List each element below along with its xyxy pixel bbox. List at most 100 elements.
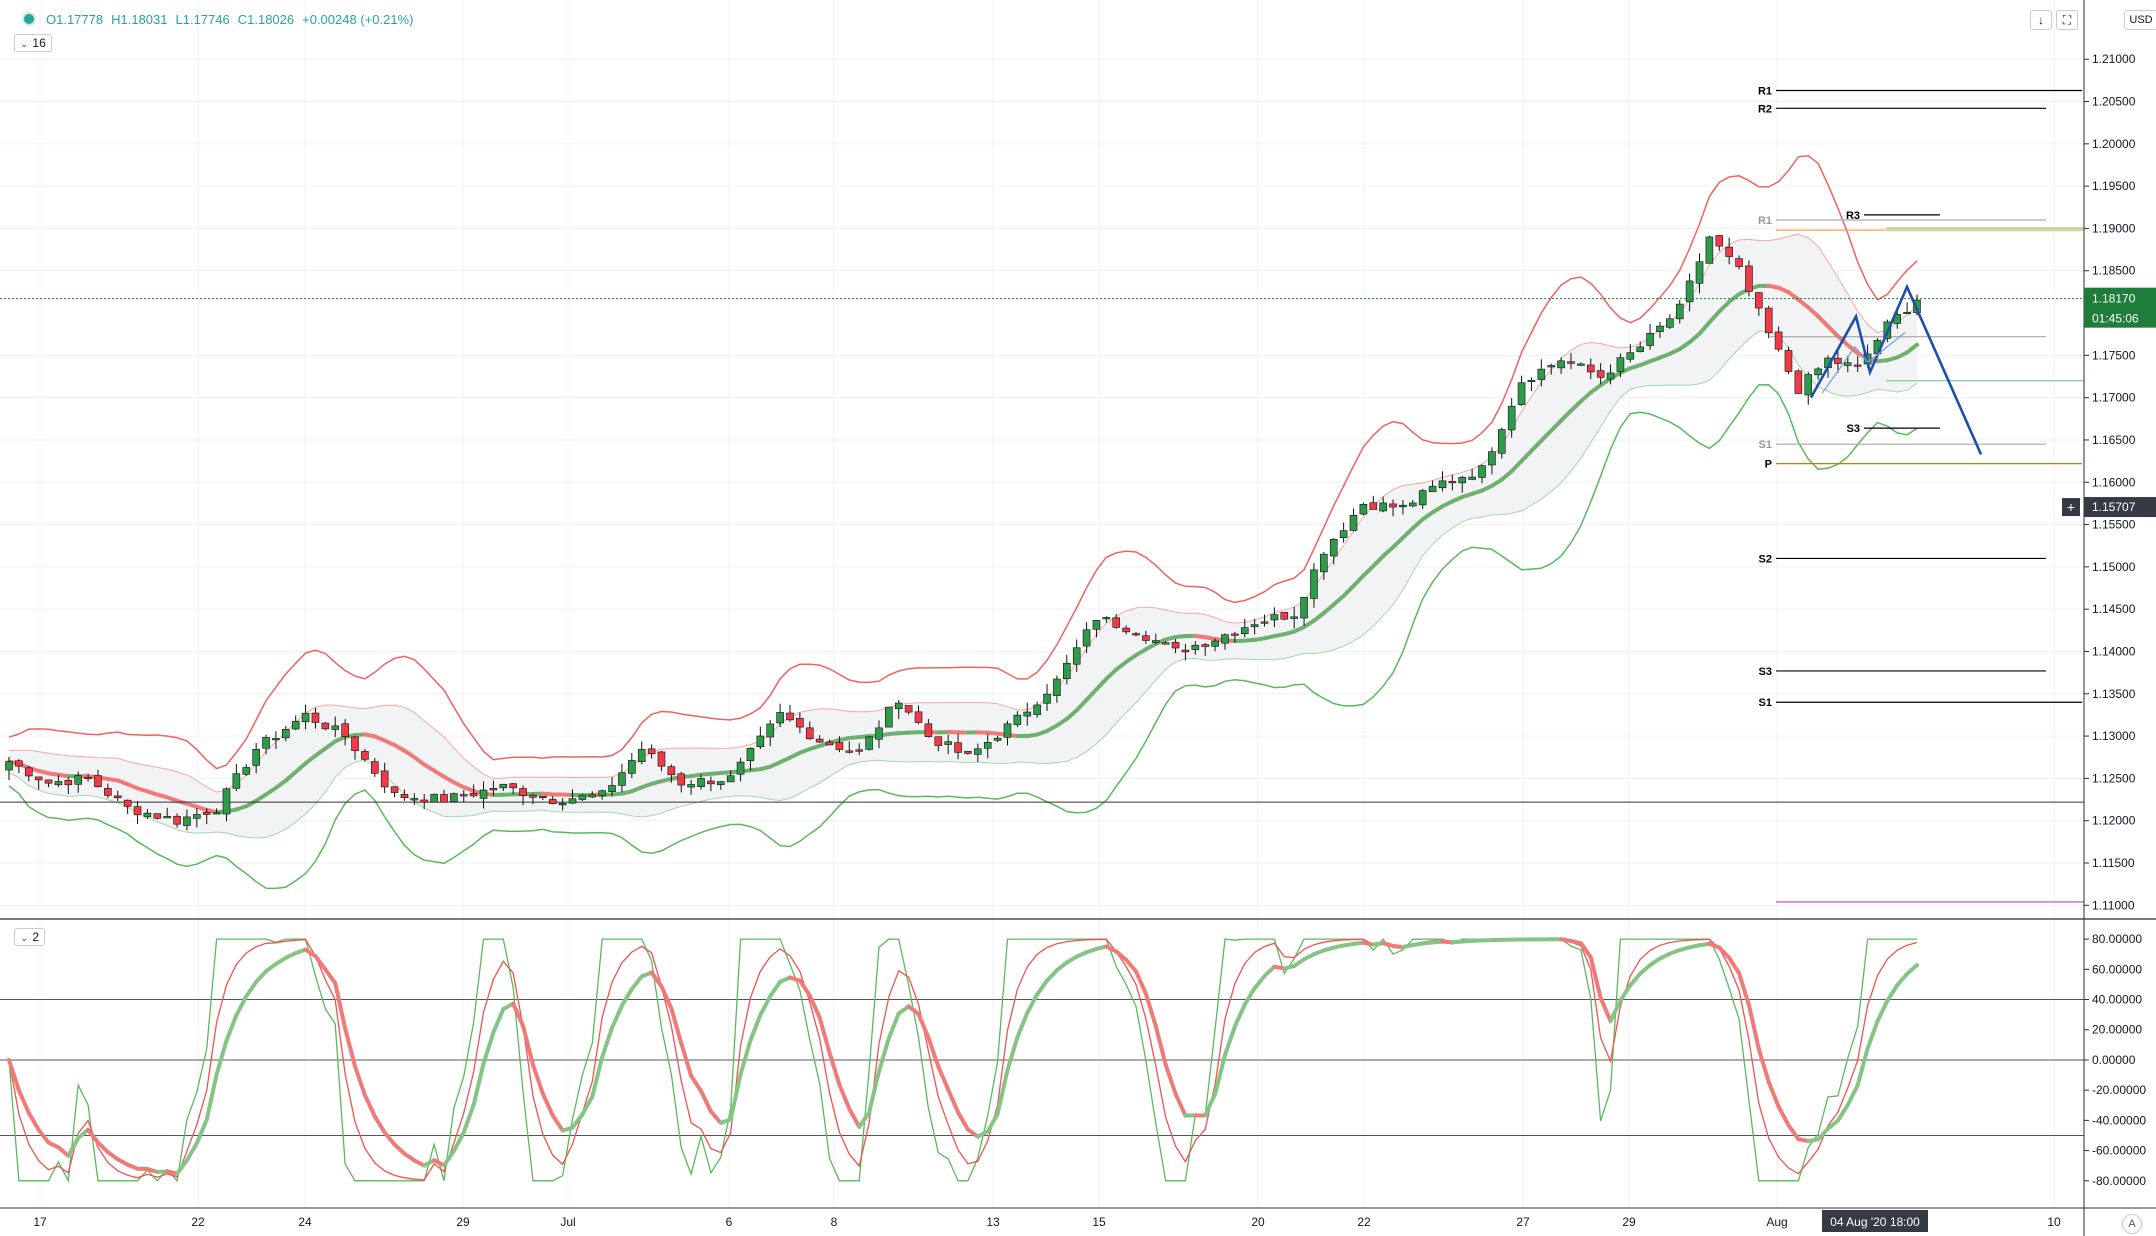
oscillator-main-segment bbox=[699, 1089, 713, 1114]
candle-body bbox=[578, 794, 587, 800]
price-tick-label: 1.14000 bbox=[2092, 644, 2136, 658]
arrow-down-icon[interactable]: ↓ bbox=[2030, 10, 2052, 30]
candle-body bbox=[1656, 325, 1664, 332]
oscillator-main-segment bbox=[343, 1026, 358, 1069]
candle-body bbox=[84, 776, 92, 780]
candle-body bbox=[1666, 318, 1674, 328]
time-tick-label: 13 bbox=[986, 1215, 1000, 1229]
time-tick-label: 17 bbox=[33, 1215, 47, 1229]
candle-body bbox=[499, 783, 508, 789]
candle-body bbox=[1389, 503, 1397, 508]
oscillator-tick-label: 0.00000 bbox=[2092, 1053, 2136, 1067]
oscillator-tick-label: 80.00000 bbox=[2092, 932, 2142, 946]
oscillator-main-segment bbox=[1262, 964, 1277, 978]
candle-body bbox=[1646, 332, 1654, 346]
candle-body bbox=[1240, 627, 1249, 634]
candle-body bbox=[1033, 704, 1041, 715]
legend-low: L1.17746 bbox=[175, 12, 230, 27]
candle-body bbox=[1735, 258, 1743, 267]
candle-body bbox=[1438, 480, 1447, 489]
time-tick-label: Aug bbox=[1766, 1215, 1787, 1229]
candle-body bbox=[282, 728, 290, 739]
candle-body bbox=[657, 751, 666, 767]
oscillator-main-segment bbox=[224, 1013, 239, 1043]
oscillator-collapse-button[interactable]: ⌄ 2 bbox=[14, 928, 46, 946]
candle-body bbox=[1705, 236, 1714, 264]
candle-body bbox=[1181, 649, 1190, 653]
fullscreen-icon[interactable]: ⛶ bbox=[2056, 10, 2078, 30]
candle-body bbox=[479, 789, 488, 799]
candle-body bbox=[568, 798, 577, 804]
candle-body bbox=[1517, 382, 1526, 405]
oscillator-main-segment bbox=[876, 1036, 891, 1074]
oscillator-pane[interactable] bbox=[0, 918, 2156, 1184]
oscillator-main-segment bbox=[619, 986, 634, 1008]
oscillator-main-segment bbox=[610, 1003, 624, 1030]
candle-body bbox=[1013, 714, 1022, 725]
candle-body bbox=[1843, 362, 1852, 366]
oscillator-main-segment bbox=[1895, 971, 1910, 988]
candle-body bbox=[1102, 617, 1111, 620]
candle-body bbox=[94, 775, 102, 788]
candle-body bbox=[1003, 723, 1012, 738]
candle-body bbox=[370, 761, 379, 774]
candle-body bbox=[153, 813, 162, 819]
candle-body bbox=[459, 794, 468, 797]
chevron-down-icon: ⌄ bbox=[20, 39, 29, 50]
symbol-status-icon bbox=[22, 12, 36, 26]
candle-body bbox=[697, 778, 705, 787]
oscillator-main-segment bbox=[886, 1011, 901, 1041]
candle-body bbox=[1151, 640, 1160, 643]
candle-body bbox=[1497, 429, 1506, 454]
candle-body bbox=[5, 761, 13, 771]
oscillator-main-segment bbox=[797, 978, 812, 998]
candle-body bbox=[252, 749, 260, 766]
price-tick-label: 1.18500 bbox=[2092, 264, 2136, 278]
currency-button[interactable]: USD bbox=[2124, 10, 2156, 30]
chevron-down-icon: ⌄ bbox=[20, 933, 29, 944]
candle-body bbox=[1537, 368, 1546, 380]
candle-body bbox=[796, 718, 804, 728]
oscillator-main-segment bbox=[1746, 1002, 1761, 1051]
candle-body bbox=[1745, 265, 1753, 292]
candle-body bbox=[736, 761, 745, 775]
candle-body bbox=[420, 799, 429, 803]
candle-body bbox=[262, 737, 270, 749]
time-tick-label: 27 bbox=[1516, 1215, 1530, 1229]
oscillator-main-segment bbox=[600, 1025, 615, 1060]
candle-body bbox=[1557, 360, 1565, 369]
oscillator-main-segment bbox=[570, 1112, 585, 1130]
candle-body bbox=[489, 787, 498, 791]
oscillator-main-segment bbox=[837, 1082, 852, 1111]
oscillator-main-segment bbox=[708, 1109, 723, 1125]
candle-body bbox=[776, 712, 784, 724]
candle-body bbox=[914, 711, 923, 723]
candle-body bbox=[1468, 476, 1476, 480]
candle-body bbox=[54, 781, 63, 786]
price-tick-label: 1.21000 bbox=[2092, 52, 2136, 66]
candle-body bbox=[133, 806, 142, 816]
legend-change: +0.00248 (+0.21%) bbox=[302, 12, 414, 27]
price-chart[interactable]: R3R1R2R3R1PS3S1S2S3S1 1.210001.205001.20… bbox=[0, 0, 2156, 1236]
oscillator-main-segment bbox=[1776, 1104, 1791, 1128]
candle-body bbox=[588, 794, 597, 798]
indicator-collapse-button[interactable]: ⌄ 16 bbox=[14, 34, 52, 52]
oscillator-tick-label: -80.00000 bbox=[2092, 1174, 2146, 1188]
candle-body bbox=[291, 720, 300, 730]
oscillator-main-segment bbox=[768, 979, 783, 999]
candle-body bbox=[390, 786, 399, 793]
candle-body bbox=[1774, 331, 1783, 350]
candle-body bbox=[1142, 635, 1150, 641]
candle-body bbox=[1112, 617, 1121, 628]
candle-body bbox=[1586, 364, 1595, 373]
candle-body bbox=[193, 814, 201, 819]
auto-scale-icon[interactable]: A bbox=[2122, 1214, 2142, 1234]
candle-body bbox=[1567, 361, 1575, 364]
candle-body bbox=[1675, 303, 1684, 320]
candle-body bbox=[1201, 644, 1210, 647]
candle-body bbox=[311, 712, 320, 723]
candle-body bbox=[301, 712, 310, 723]
candle-body bbox=[1547, 365, 1556, 368]
candle-body bbox=[64, 779, 73, 786]
oscillator-main-segment bbox=[1786, 1123, 1801, 1142]
